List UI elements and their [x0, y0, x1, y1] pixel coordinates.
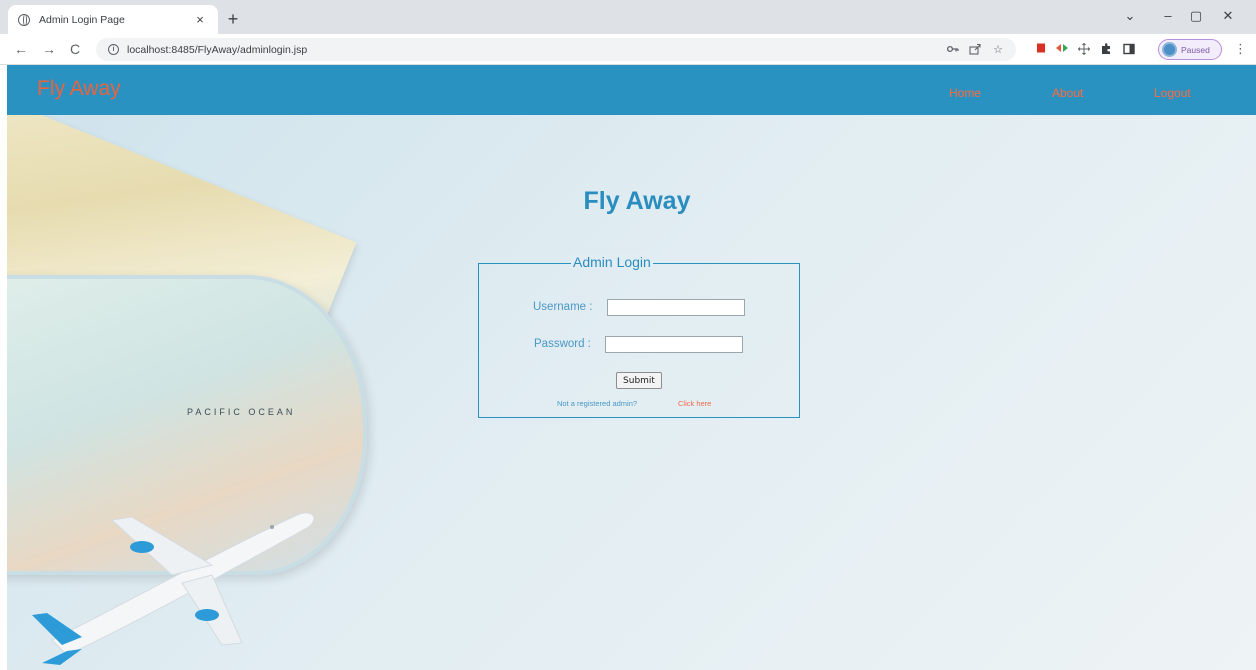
- site-info-icon[interactable]: i: [108, 44, 119, 55]
- extension-arrows-icon[interactable]: [1056, 43, 1068, 55]
- tab-search-dropdown-icon[interactable]: ⌄: [1120, 7, 1140, 25]
- address-bar[interactable]: i localhost:8485/FlyAway/adminlogin.jsp …: [96, 38, 1016, 61]
- back-icon[interactable]: ←: [12, 40, 30, 58]
- profile-avatar-icon: [1162, 42, 1177, 57]
- extension-red-icon[interactable]: [1035, 43, 1047, 55]
- password-input[interactable]: [605, 336, 743, 353]
- tab-close-icon[interactable]: ×: [192, 12, 208, 28]
- nav-home[interactable]: Home: [949, 86, 981, 100]
- nav-about[interactable]: About: [1052, 86, 1083, 100]
- close-window-icon[interactable]: ✕: [1218, 7, 1238, 25]
- minimize-icon[interactable]: –: [1158, 7, 1178, 25]
- sidepanel-icon[interactable]: [1123, 43, 1135, 55]
- register-prompt: Not a registered admin?: [557, 399, 638, 408]
- tab-title: Admin Login Page: [39, 13, 125, 26]
- star-icon[interactable]: ☆: [991, 43, 1005, 57]
- password-key-icon[interactable]: [946, 43, 960, 57]
- username-input[interactable]: [607, 299, 745, 316]
- password-label: Password :: [534, 338, 591, 350]
- brand-logo[interactable]: Fly Away: [37, 77, 121, 101]
- browser-tab[interactable]: Admin Login Page ×: [8, 5, 218, 34]
- browser-menu-icon[interactable]: ⋮: [1234, 41, 1247, 57]
- share-icon[interactable]: [968, 43, 982, 59]
- submit-button[interactable]: Submit: [616, 372, 662, 389]
- airplane-image: [32, 512, 315, 665]
- new-tab-icon[interactable]: +: [223, 9, 243, 29]
- tab-strip: Admin Login Page × + ⌄ – ▢ ✕: [0, 0, 1256, 34]
- profile-label: Paused: [1181, 44, 1210, 55]
- reload-icon[interactable]: C: [66, 40, 84, 58]
- forward-icon[interactable]: →: [40, 40, 58, 58]
- nav-logout[interactable]: Logout: [1154, 86, 1191, 100]
- admin-login-form: Admin Login Username : Password : Submit…: [478, 254, 800, 418]
- puzzle-icon[interactable]: [1100, 43, 1112, 55]
- browser-toolbar: ← → C i localhost:8485/FlyAway/adminlogi…: [0, 34, 1256, 65]
- page-viewport: Fly Away Home About Logout PACIFIC OCEAN…: [0, 65, 1256, 670]
- page-title: Fly Away: [583, 187, 691, 215]
- globe-icon: [18, 13, 30, 26]
- username-label: Username :: [533, 301, 593, 313]
- maximize-icon[interactable]: ▢: [1186, 7, 1206, 25]
- profile-button[interactable]: Paused: [1158, 39, 1222, 60]
- site-navbar: Fly Away Home About Logout: [7, 65, 1256, 115]
- register-link[interactable]: Click here: [678, 399, 711, 408]
- url-text: localhost:8485/FlyAway/adminlogin.jsp: [127, 43, 308, 56]
- extension-move-icon[interactable]: [1077, 42, 1091, 56]
- map-label: PACIFIC OCEAN: [187, 407, 296, 417]
- hero-background: PACIFIC OCEAN Fly Away Admin Login Usern…: [7, 115, 1256, 670]
- login-legend: Admin Login: [571, 254, 653, 270]
